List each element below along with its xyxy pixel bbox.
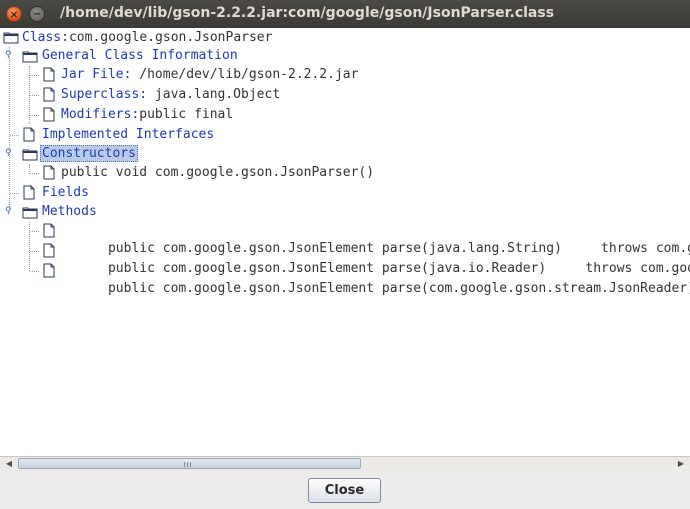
node-label: Methods [42, 204, 97, 219]
document-icon [43, 223, 55, 238]
window-title: /home/dev/lib/gson-2.2.2.jar:com/google/… [60, 5, 555, 21]
tree-line [30, 95, 39, 96]
grip-icon [190, 462, 191, 467]
node-value: java.lang.Object [147, 87, 281, 102]
node-label: Implemented Interfaces [42, 127, 215, 142]
tree-node-modifiers[interactable]: Modifiers:public final [61, 106, 233, 124]
tree-line [30, 173, 39, 174]
dialog-footer: Close [0, 471, 690, 509]
node-value: com.google.gson.JsonParser [68, 30, 273, 45]
tree-node-interfaces[interactable]: Implemented Interfaces [42, 126, 214, 144]
collapse-toggle-icon[interactable]: ⚲ [5, 207, 12, 216]
class-info-dialog: × − /home/dev/lib/gson-2.2.2.jar:com/goo… [0, 0, 690, 509]
tree-node-constructor-item[interactable]: public void com.google.gson.JsonParser() [61, 164, 374, 182]
collapse-toggle-icon[interactable]: ⚲ [5, 51, 12, 60]
document-icon [23, 185, 35, 200]
horizontal-scrollbar[interactable]: ◀ ▶ [0, 456, 690, 471]
tree-line [30, 231, 39, 232]
folder-open-icon [22, 149, 38, 161]
class-tree[interactable]: ⚲ ⚲ ⚲ Class:com.google.gson.JsonParser G… [0, 28, 690, 456]
node-value: public final [139, 107, 234, 122]
grip-icon [184, 462, 185, 467]
node-label: Jar File: [61, 67, 132, 82]
node-value: /home/dev/lib/gson-2.2.2.jar [131, 67, 359, 82]
close-button[interactable]: Close [308, 478, 381, 503]
tree-line [30, 271, 39, 272]
document-icon [23, 127, 35, 142]
tree-node-class[interactable]: Class:com.google.gson.JsonParser [22, 29, 272, 47]
node-label: Modifiers: [61, 107, 140, 122]
document-icon [43, 263, 55, 278]
tree-node-fields[interactable]: Fields [42, 184, 89, 202]
tree-line [30, 251, 39, 252]
document-icon [43, 243, 55, 258]
tree-line [10, 135, 19, 136]
node-label-selected: Constructors [40, 145, 138, 162]
node-value: public com.google.gson.JsonElement parse… [107, 281, 690, 296]
tree-node-general-info[interactable]: General Class Information [42, 47, 238, 65]
folder-open-icon [22, 51, 38, 63]
node-label: Fields [42, 185, 89, 200]
tree-line [29, 222, 30, 271]
document-icon [43, 165, 55, 180]
document-icon [43, 67, 55, 82]
tree-node-jar-file[interactable]: Jar File: /home/dev/lib/gson-2.2.2.jar [61, 66, 358, 84]
tree-line [30, 75, 39, 76]
grip-icon [187, 462, 188, 467]
tree-line [9, 47, 10, 213]
folder-open-icon [3, 32, 19, 44]
tree-node-superclass[interactable]: Superclass: java.lang.Object [61, 86, 280, 104]
document-icon [43, 87, 55, 102]
tree-node-method-item[interactable]: public com.google.gson.JsonElement parse… [61, 222, 690, 256]
tree-node-methods[interactable]: Methods [42, 203, 97, 221]
window-close-button[interactable]: × [6, 6, 22, 22]
tree-line [10, 193, 19, 194]
folder-open-icon [22, 207, 38, 219]
tree-node-method-item[interactable]: public com.google.gson.JsonElement parse… [61, 242, 690, 276]
scroll-left-arrow-icon[interactable]: ◀ [2, 458, 16, 470]
document-icon [43, 107, 55, 122]
title-bar: × − /home/dev/lib/gson-2.2.2.jar:com/goo… [0, 0, 690, 29]
scroll-right-arrow-icon[interactable]: ▶ [674, 458, 688, 470]
window-minimize-button[interactable]: − [29, 6, 45, 22]
node-label: Superclass: [61, 87, 148, 102]
node-value: public void com.google.gson.JsonParser() [61, 165, 375, 180]
tree-line [30, 115, 39, 116]
tree-node-method-item[interactable]: public com.google.gson.JsonElement parse… [61, 262, 690, 296]
scrollbar-thumb[interactable] [18, 458, 361, 469]
node-label: Class: [22, 30, 69, 45]
tree-node-constructors[interactable]: Constructors [40, 145, 138, 163]
collapse-toggle-icon[interactable]: ⚲ [5, 149, 12, 158]
node-label: General Class Information [42, 48, 238, 63]
